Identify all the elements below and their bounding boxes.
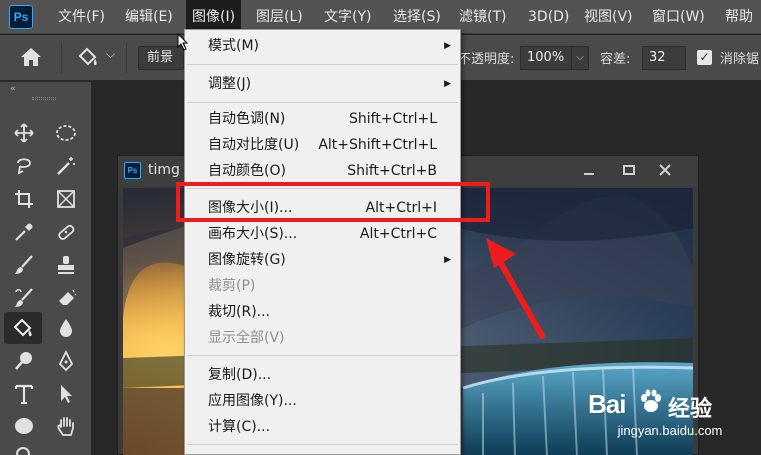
menu-window[interactable]: 窗口(W) bbox=[646, 0, 711, 34]
menu-item-trim[interactable]: 裁切(R)... bbox=[185, 299, 460, 325]
tolerance-label: 容差: bbox=[600, 52, 631, 67]
menu-item-label: 裁剪(P) bbox=[208, 278, 256, 294]
menu-item-canvas-size[interactable]: 画布大小(S)... Alt+Ctrl+C bbox=[185, 221, 460, 247]
menu-filter[interactable]: 滤镜(T) bbox=[453, 0, 512, 34]
tolerance-input[interactable]: 32 bbox=[642, 46, 686, 70]
document-title: timg bbox=[148, 162, 180, 178]
menu-item-auto-color[interactable]: 自动颜色(O) Shift+Ctrl+B bbox=[185, 158, 460, 184]
divider bbox=[61, 43, 62, 73]
minimize-icon[interactable] bbox=[572, 159, 606, 181]
menu-item-shortcut: Shift+Ctrl+B bbox=[347, 163, 437, 179]
antialias-label: 消除锯 bbox=[720, 52, 760, 67]
menu-item-label: 模式(M) bbox=[208, 38, 260, 54]
menu-item-apply-image[interactable]: 应用图像(Y)... bbox=[185, 388, 460, 414]
baidu-watermark: Bai 经验 jingyan.baidu.com bbox=[580, 375, 760, 455]
menu-item-crop: 裁剪(P) bbox=[185, 273, 460, 299]
eraser-tool-icon[interactable] bbox=[50, 283, 82, 313]
close-icon[interactable] bbox=[648, 159, 682, 181]
history-brush-icon[interactable] bbox=[8, 283, 40, 313]
photoshop-doc-icon: Ps bbox=[124, 162, 141, 179]
panel-grip[interactable] bbox=[32, 97, 56, 100]
magic-wand-icon[interactable] bbox=[50, 151, 82, 181]
zoom-tool-icon[interactable] bbox=[8, 440, 40, 455]
menu-edit[interactable]: 编辑(E) bbox=[119, 0, 179, 34]
menu-item-label: 图像旋转(G) bbox=[208, 252, 286, 268]
menu-item-auto-contrast[interactable]: 自动对比度(U) Alt+Shift+Ctrl+L bbox=[185, 132, 460, 158]
frame-tool-icon[interactable] bbox=[50, 184, 82, 214]
move-tool-icon[interactable] bbox=[8, 118, 40, 148]
mouse-cursor-icon bbox=[177, 33, 189, 51]
menu-item-mode[interactable]: 模式(M) ▶ bbox=[185, 33, 460, 59]
lasso-tool-icon[interactable] bbox=[8, 151, 40, 181]
crop-tool-icon[interactable] bbox=[8, 184, 40, 214]
path-select-icon[interactable] bbox=[50, 379, 82, 409]
menu-item-label: 计算(C)... bbox=[208, 419, 271, 435]
menu-help[interactable]: 帮助 bbox=[719, 0, 759, 34]
paint-bucket-icon[interactable] bbox=[4, 312, 42, 344]
menu-item-label: 自动色调(N) bbox=[208, 111, 286, 127]
menu-item-label: 调整(J) bbox=[208, 76, 252, 92]
menu-separator bbox=[187, 102, 458, 103]
menu-item-calculations[interactable]: 计算(C)... bbox=[185, 414, 460, 440]
image-menu-dropdown: 模式(M) ▶ 调整(J) ▶ 自动色调(N) Shift+Ctrl+L 自动对… bbox=[184, 29, 461, 455]
baidu-paw-icon bbox=[641, 389, 661, 412]
chevron-down-icon[interactable]: ⌵ bbox=[106, 47, 115, 62]
menu-item-shortcut: Alt+Ctrl+C bbox=[359, 226, 437, 242]
menu-item-reveal-all: 显示全部(V) bbox=[185, 325, 460, 351]
maximize-icon[interactable] bbox=[612, 159, 646, 181]
hand-tool-icon[interactable] bbox=[50, 411, 82, 441]
marquee-tool-icon[interactable] bbox=[50, 118, 82, 148]
menu-item-label: 复制(D)... bbox=[208, 367, 272, 383]
red-arrow-annotation bbox=[486, 238, 545, 339]
tools-panel: « bbox=[0, 82, 92, 455]
submenu-arrow-icon: ▶ bbox=[444, 255, 451, 265]
menu-item-label: 自动颜色(O) bbox=[208, 163, 286, 179]
ellipse-tool-icon[interactable] bbox=[8, 411, 40, 441]
type-tool-icon[interactable] bbox=[8, 379, 40, 409]
menu-item-label: 裁切(R)... bbox=[208, 304, 271, 320]
opacity-label: 不透明度: bbox=[458, 52, 515, 67]
brush-tool-icon[interactable] bbox=[8, 250, 40, 280]
menu-separator bbox=[187, 444, 458, 445]
menu-item-adjustments[interactable]: 调整(J) ▶ bbox=[185, 71, 460, 97]
collapse-icon[interactable]: « bbox=[10, 84, 16, 94]
eyedropper-icon[interactable] bbox=[8, 217, 40, 247]
menu-item-image-rotation[interactable]: 图像旋转(G) ▶ bbox=[185, 247, 460, 273]
menu-3d[interactable]: 3D(D) bbox=[522, 0, 575, 34]
watermark-brand-prefix: Bai bbox=[588, 389, 626, 419]
menu-item-duplicate[interactable]: 复制(D)... bbox=[185, 362, 460, 388]
menu-item-label: 应用图像(Y)... bbox=[208, 393, 297, 409]
stamp-tool-icon[interactable] bbox=[50, 250, 82, 280]
menu-view[interactable]: 视图(V) bbox=[578, 0, 639, 34]
home-icon[interactable] bbox=[20, 47, 42, 67]
watermark-url: jingyan.baidu.com bbox=[617, 423, 723, 438]
blur-tool-icon[interactable] bbox=[50, 313, 82, 343]
opacity-input[interactable]: 100% bbox=[520, 46, 572, 70]
paint-bucket-preset-icon[interactable] bbox=[76, 45, 100, 69]
menu-file[interactable]: 文件(F) bbox=[52, 0, 111, 34]
submenu-arrow-icon: ▶ bbox=[444, 41, 451, 51]
opacity-dropdown-icon[interactable]: ⌵ bbox=[571, 46, 589, 70]
watermark-brand-suffix: 经验 bbox=[668, 397, 713, 422]
healing-brush-icon[interactable] bbox=[50, 217, 82, 247]
highlight-annotation bbox=[176, 182, 490, 222]
submenu-arrow-icon: ▶ bbox=[444, 79, 451, 89]
menu-item-label: 画布大小(S)... bbox=[208, 226, 298, 242]
dodge-tool-icon[interactable] bbox=[8, 346, 40, 376]
menu-item-auto-tone[interactable]: 自动色调(N) Shift+Ctrl+L bbox=[185, 106, 460, 132]
pen-tool-icon[interactable] bbox=[50, 346, 82, 376]
menu-item-label: 显示全部(V) bbox=[208, 330, 285, 346]
menu-separator bbox=[187, 355, 458, 356]
photoshop-logo-icon[interactable]: Ps bbox=[9, 5, 33, 29]
divider bbox=[126, 43, 127, 73]
menu-item-shortcut: Alt+Shift+Ctrl+L bbox=[318, 137, 437, 153]
menu-separator bbox=[187, 64, 458, 65]
menu-item-label: 自动对比度(U) bbox=[208, 137, 300, 153]
menu-item-shortcut: Shift+Ctrl+L bbox=[349, 111, 437, 127]
antialias-checkbox[interactable]: ✓ bbox=[697, 50, 712, 65]
